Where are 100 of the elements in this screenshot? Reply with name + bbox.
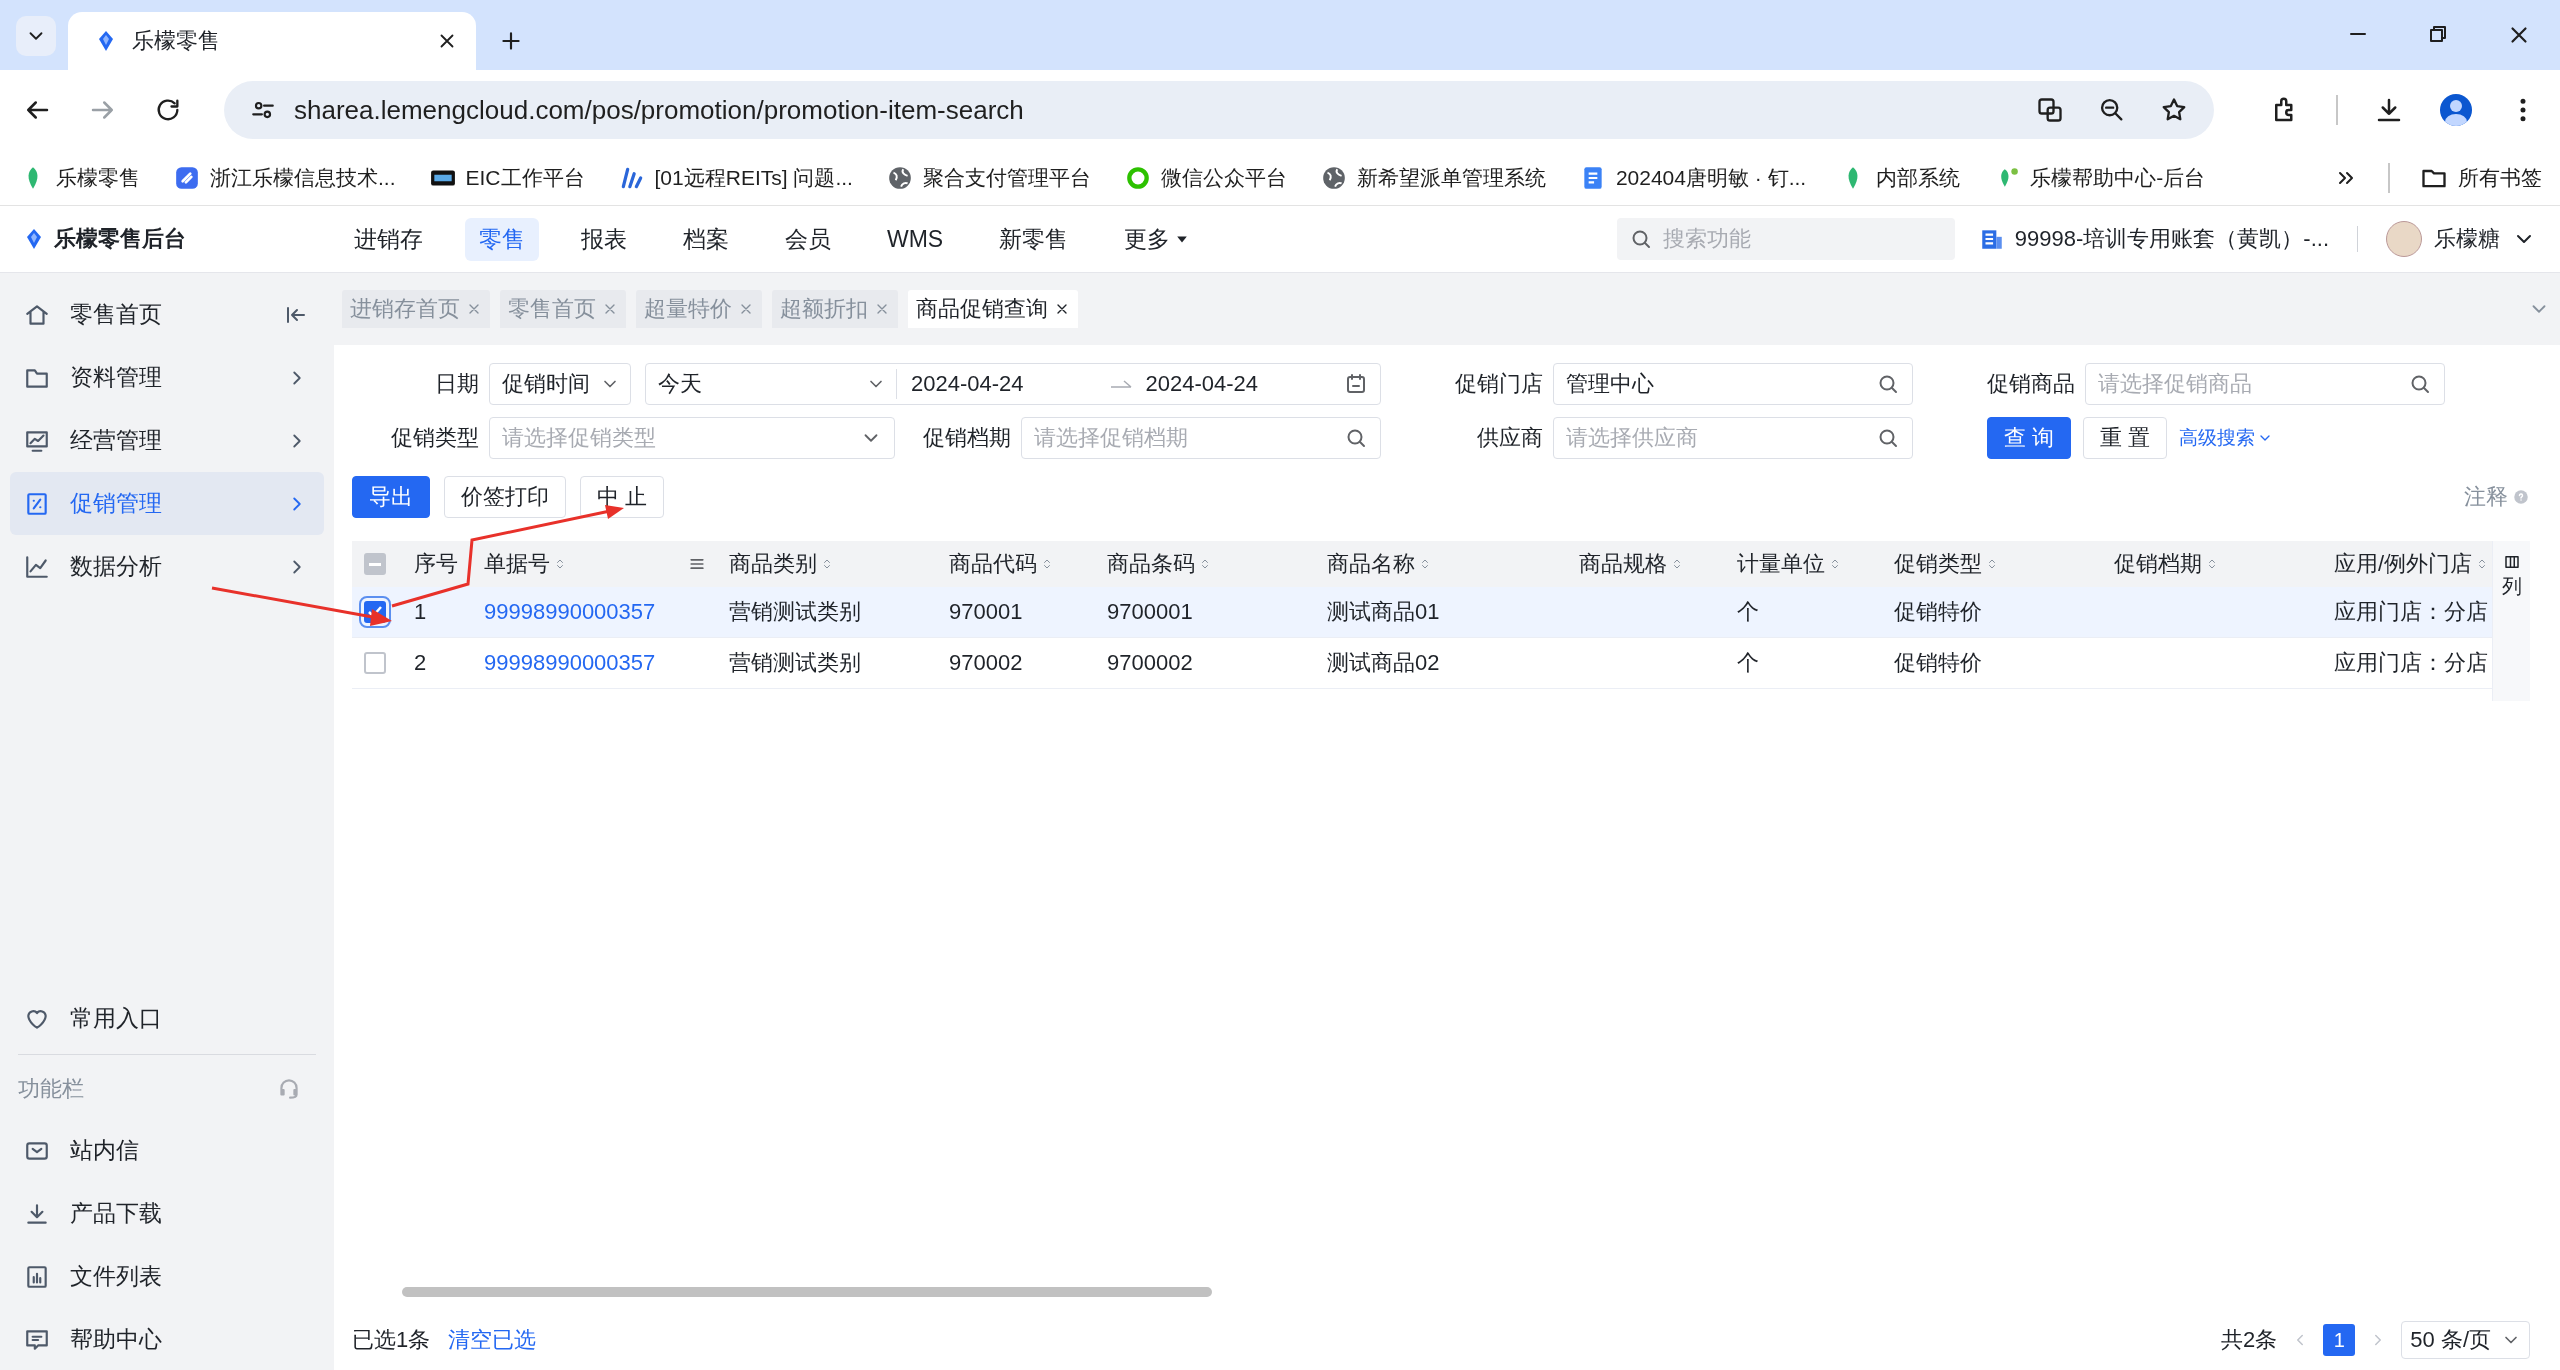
table-cell-text: 应用门店：分店 — [2334, 598, 2488, 626]
column-header[interactable]: 促销类型 — [1894, 549, 1998, 579]
field-label: 供应商 — [1476, 424, 1544, 452]
clear-selection-link[interactable]: 清空已选 — [448, 1325, 537, 1355]
nav-item[interactable]: 档案 — [669, 217, 743, 261]
table-cell-text: 促销特价 — [1894, 598, 1982, 626]
bookmark[interactable]: 202404唐明敏 · 钉... — [1579, 163, 1807, 192]
table-cell-text: 个 — [1737, 598, 1759, 626]
browser-tab[interactable]: 乐檬零售 — [68, 12, 476, 70]
selection-count: 已选1条 — [352, 1326, 431, 1354]
advanced-search-link[interactable]: 高级搜索 — [2179, 425, 2274, 451]
column-header[interactable]: 商品规格 — [1579, 549, 1683, 579]
user-name[interactable]: 乐檬糖 — [2434, 224, 2500, 254]
table-cell: 2 — [414, 650, 427, 676]
column-header[interactable]: 序号 — [414, 549, 458, 579]
calendar-icon — [1344, 372, 1368, 396]
sidebar-item[interactable]: 促销管理 — [10, 472, 324, 535]
table-cell-text: 个 — [1737, 649, 1759, 677]
account-switcher[interactable]: 99998-培训专用账套（黄凯）-... — [1978, 224, 2329, 254]
column-header[interactable]: 商品类别 — [729, 549, 833, 579]
sidebar-item[interactable]: 产品下载 — [10, 1182, 324, 1245]
document-link[interactable]: 99998990000357 — [484, 599, 656, 625]
row-checkbox[interactable] — [364, 652, 386, 674]
columns-icon — [2502, 553, 2521, 571]
user-avatar[interactable] — [2386, 221, 2422, 257]
column-header[interactable]: 应用/例外门店 — [2334, 549, 2489, 579]
search-field[interactable]: 管理中心 — [1553, 363, 1913, 405]
nav-item[interactable]: 会员 — [771, 217, 845, 261]
nav-item[interactable]: 进销存 — [340, 217, 437, 261]
column-header[interactable]: 商品名称 — [1327, 549, 1431, 579]
bookmark[interactable]: 浙江乐檬信息技术... — [174, 163, 396, 192]
table-cell-text: 测试商品01 — [1327, 598, 1440, 626]
tab-list-button[interactable] — [16, 16, 56, 56]
ring-icon — [1124, 164, 1151, 191]
table-cell: 9700002 — [1107, 650, 1193, 676]
bookmark[interactable]: 新希望派单管理系统 — [1320, 163, 1546, 192]
sidebar-item[interactable]: 资料管理 — [10, 346, 324, 409]
bar-chart-icon — [24, 1263, 50, 1290]
profile-avatar[interactable] — [2440, 94, 2472, 126]
column-header[interactable]: 单据号 — [484, 549, 566, 579]
table-cell: 1 — [414, 599, 427, 625]
total-count: 共2条 — [2221, 1326, 2278, 1354]
toolbar-button[interactable]: 价签打印 — [444, 476, 566, 518]
page-size-select[interactable]: 50 条/页 — [2401, 1321, 2530, 1359]
app-title: 乐檬零售后台 — [54, 225, 186, 253]
nav-item[interactable]: 报表 — [567, 217, 641, 261]
bookmark[interactable]: 聚合支付管理平台 — [886, 163, 1091, 192]
reset-button[interactable]: 重 置 — [2083, 417, 2168, 459]
bookmark[interactable]: EIC工作平台 — [429, 163, 585, 192]
range-arrow-icon — [1109, 380, 1132, 388]
select-field[interactable]: 促销时间 — [489, 363, 631, 405]
sidebar-item[interactable]: 数据分析 — [10, 535, 324, 598]
sidebar-item[interactable]: 站内信 — [10, 1119, 324, 1182]
date-range-field[interactable]: 今天 2024-04-24 2024-04-24 — [645, 363, 1381, 405]
column-header[interactable]: 商品代码 — [949, 549, 1053, 579]
sidebar-item[interactable]: 零售首页 — [10, 283, 324, 346]
nav-item[interactable]: WMS — [873, 219, 958, 259]
translate-icon[interactable] — [2036, 96, 2064, 124]
column-header[interactable]: 促销档期 — [2114, 549, 2218, 579]
sidebar-item[interactable]: 常用入口 — [10, 987, 324, 1050]
nav-item[interactable]: 更多 — [1110, 217, 1203, 261]
nav-item[interactable]: 零售 — [465, 217, 539, 261]
page-tab[interactable]: 商品促销查询 — [908, 290, 1078, 328]
field-label: 促销档期 — [922, 424, 1012, 452]
line-chart-icon — [24, 553, 50, 580]
table-cell-text: 营销测试类别 — [729, 598, 861, 626]
table-cell-text: 促销特价 — [1894, 649, 1982, 677]
bookmark[interactable]: [01远程REITs] 问题... — [618, 163, 853, 192]
help-icon — [2512, 488, 2530, 506]
table-row[interactable]: 1 99998990000357 营销测试类别 970001 9700001 测试商品01 个 促销特价 应用门店：分店 — [352, 587, 2492, 638]
column-settings-button[interactable]: 列 — [2492, 541, 2530, 701]
select-all-checkbox[interactable] — [364, 553, 386, 575]
sidebar-item[interactable]: 帮助中心 — [10, 1308, 324, 1370]
sidebar-item[interactable]: 文件列表 — [10, 1245, 324, 1308]
query-button[interactable]: 查 询 — [1987, 417, 2072, 459]
field-label: 日期 — [434, 370, 480, 398]
bookmark[interactable]: 乐檬零售 — [20, 163, 140, 192]
bookmarks-folder[interactable]: 所有书签 — [2420, 163, 2542, 192]
toolbar-button[interactable]: 导出 — [352, 476, 430, 518]
table-cell-text: 测试商品02 — [1327, 649, 1440, 677]
app-icon — [174, 164, 200, 191]
table-cell: 970002 — [949, 650, 1023, 676]
column-header[interactable]: 计量单位 — [1737, 549, 1841, 579]
document-link[interactable]: 99998990000357 — [484, 650, 656, 676]
globe-icon — [1320, 164, 1347, 191]
section-title: 功能栏 — [18, 1075, 85, 1103]
bookmark[interactable]: 乐檬帮助中心-后台 — [1994, 163, 2206, 192]
bookmark[interactable]: 内部系统 — [1840, 163, 1961, 192]
scrollbar-thumb[interactable] — [402, 1287, 1212, 1297]
bookmark[interactable]: 微信公众平台 — [1124, 163, 1287, 192]
nav-item[interactable]: 新零售 — [985, 217, 1083, 261]
dash-icon — [369, 562, 381, 566]
table-cell: 9700001 — [1107, 599, 1193, 625]
page-button[interactable]: 1 — [2323, 1324, 2356, 1356]
sidebar-item[interactable]: 经营管理 — [10, 409, 324, 472]
table-cell: 970001 — [949, 599, 1023, 625]
address-bar[interactable]: sharea.lemengcloud.com/pos/promotion/promotion-item-search — [224, 81, 2214, 139]
field-label: 促销商品 — [1986, 370, 2076, 398]
toolbar-button[interactable]: 中 止 — [580, 476, 665, 518]
column-header[interactable]: 商品条码 — [1107, 549, 1211, 579]
